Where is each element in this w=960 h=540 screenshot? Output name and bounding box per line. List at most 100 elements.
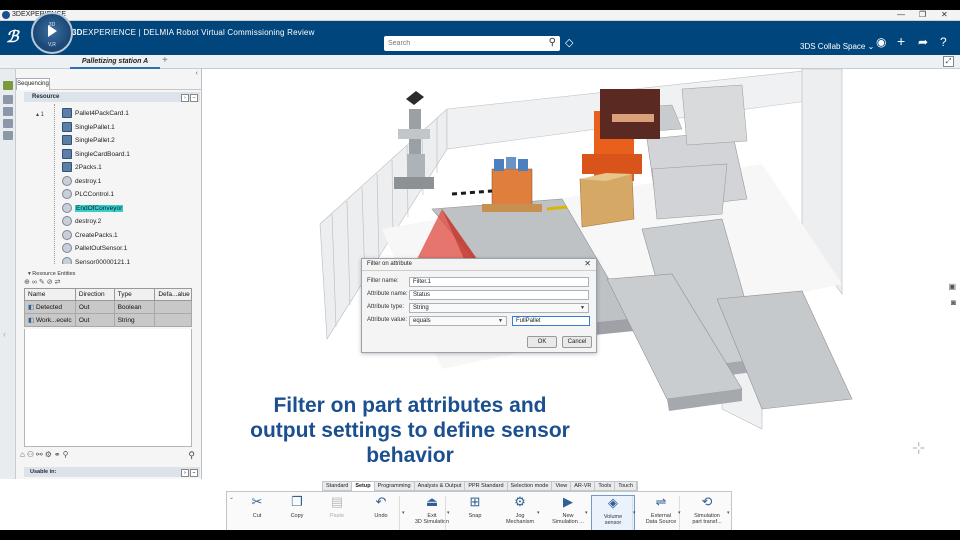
link-tree-icon[interactable]: ⚭ bbox=[54, 450, 63, 459]
ribbon-tab[interactable]: Tools bbox=[595, 482, 616, 491]
add-tab-button[interactable]: + bbox=[162, 55, 168, 66]
camera-icon[interactable]: ▣ bbox=[948, 282, 956, 291]
snap-button[interactable]: ⊞ Snap bbox=[453, 495, 497, 530]
share-icon[interactable]: ➦ bbox=[918, 35, 928, 49]
col-name[interactable]: Name bbox=[24, 288, 76, 301]
tree-item[interactable]: 2Packs.1 bbox=[62, 162, 102, 174]
chevron-down-icon[interactable]: ▾ bbox=[402, 510, 405, 516]
chevron-down-icon[interactable]: ▼ bbox=[580, 304, 585, 313]
tree-item[interactable]: Sensor00000121.1 bbox=[62, 256, 130, 264]
chevron-down-icon[interactable]: ▾ bbox=[537, 510, 540, 516]
tree-item[interactable]: PLCControl.1 bbox=[62, 189, 114, 201]
mapping-icon[interactable]: ⇄ bbox=[55, 279, 63, 286]
group-icon[interactable]: ⚇ bbox=[27, 450, 36, 459]
undo-button[interactable]: ↶ Undo bbox=[359, 495, 403, 530]
ribbon-tab[interactable]: PPR Standard bbox=[465, 482, 508, 491]
usable-minimize-icon[interactable]: – bbox=[190, 469, 198, 477]
tree-item[interactable]: EndOfConveyor bbox=[62, 202, 124, 215]
scissors-button[interactable]: ✂ Cut bbox=[235, 495, 279, 530]
chevron-down-icon[interactable]: ▾ bbox=[585, 510, 588, 516]
ribbon-tab[interactable]: Programming bbox=[375, 482, 415, 491]
resource-section-header[interactable]: Resource › – bbox=[24, 92, 200, 102]
tree-item[interactable]: SinglePallet.1 bbox=[62, 121, 115, 134]
panel-collapse-icon[interactable]: ‹ bbox=[196, 70, 198, 77]
ribbon-tab[interactable]: View bbox=[552, 482, 572, 491]
ok-button[interactable]: OK bbox=[527, 336, 557, 348]
tree-item[interactable]: PalletOutSensor.1 bbox=[62, 243, 127, 255]
expand-icon[interactable]: ⤢ bbox=[943, 56, 954, 67]
resource-link-icon[interactable]: ⚲ bbox=[63, 450, 71, 459]
maximize-button[interactable]: ❐ bbox=[919, 10, 926, 19]
paste-button[interactable]: ▤ Paste bbox=[315, 495, 359, 530]
home-icon[interactable]: ⌂ bbox=[20, 450, 27, 459]
new-simulation-button[interactable]: ▶ New Simulation ... bbox=[546, 495, 590, 530]
ribbon-collapse-icon[interactable]: ⌄ bbox=[229, 494, 234, 501]
compass-widget[interactable]: 3D V,R bbox=[31, 12, 73, 54]
jog-mechanism-button[interactable]: ⚙ Jog Mechanism bbox=[498, 495, 542, 530]
col-type[interactable]: Type bbox=[113, 288, 156, 301]
settings-icon[interactable]: ⚙ bbox=[45, 450, 54, 459]
play-icon[interactable] bbox=[48, 25, 57, 37]
ds-logo-icon[interactable]: ℬ bbox=[6, 27, 19, 47]
close-window-button[interactable]: ✕ bbox=[941, 10, 948, 19]
part-transform-button[interactable]: ⟲ Simulation part transf... bbox=[685, 495, 729, 530]
plus-icon[interactable]: + bbox=[897, 33, 905, 49]
edit-icon[interactable]: ✎ bbox=[39, 279, 47, 286]
filter-name-field[interactable]: Filter.1 bbox=[409, 277, 589, 287]
operator-select[interactable]: equals ▼ bbox=[409, 316, 507, 326]
minimize-section-icon[interactable]: – bbox=[190, 94, 198, 102]
add-entity-icon[interactable]: ⊕ bbox=[24, 279, 32, 286]
ribbon-tab[interactable]: AR-VR bbox=[571, 482, 596, 491]
search-box[interactable]: ⚲ bbox=[384, 36, 560, 51]
tree-item[interactable]: SinglePallet.2 bbox=[62, 135, 115, 147]
collapse-left-icon[interactable]: ‹ bbox=[3, 329, 6, 339]
usable-expand-icon[interactable]: › bbox=[181, 469, 189, 477]
list-tool-icon[interactable] bbox=[3, 119, 13, 128]
cancel-button[interactable]: Cancel bbox=[562, 336, 592, 348]
chevron-down-icon[interactable]: ▾ bbox=[633, 510, 636, 516]
usable-in-header[interactable]: Usable in: › – bbox=[24, 467, 200, 477]
external-data-button[interactable]: ⇌ External Data Source bbox=[639, 495, 683, 530]
attribute-value-input[interactable]: FullPallet bbox=[512, 316, 590, 326]
link-icon[interactable]: ∞ bbox=[32, 279, 39, 286]
search-icon[interactable]: ⚲ bbox=[549, 37, 556, 48]
snapshot-icon[interactable]: ◙ bbox=[951, 298, 956, 307]
ribbon-tab[interactable]: Touch bbox=[615, 482, 637, 491]
tree-item[interactable]: SingleCardBoard.1 bbox=[62, 148, 130, 161]
resource-tool-icon[interactable] bbox=[3, 131, 13, 140]
chevron-down-icon[interactable]: ▾ bbox=[678, 510, 681, 516]
tree-root-toggle[interactable]: ▴ 1 bbox=[36, 111, 44, 118]
col-direction[interactable]: Direction bbox=[74, 288, 115, 301]
ribbon-tab[interactable]: Standard bbox=[323, 482, 353, 491]
ribbon-tab[interactable]: Setup bbox=[352, 482, 375, 491]
chevron-down-icon[interactable]: ▼ bbox=[498, 317, 503, 326]
user-icon[interactable]: ◉ bbox=[876, 35, 886, 49]
attribute-type-select[interactable]: String ▼ bbox=[409, 303, 589, 313]
chevron-down-icon[interactable]: ▾ bbox=[447, 510, 450, 516]
delete-icon[interactable]: ⊘ bbox=[47, 279, 55, 286]
tab-palletizing-station[interactable]: Palletizing station A bbox=[70, 55, 160, 69]
tab-sequencing[interactable]: Sequencing bbox=[16, 78, 50, 90]
search-input[interactable] bbox=[388, 38, 538, 49]
app-tool-icon[interactable] bbox=[3, 81, 13, 90]
tree-tool-icon[interactable] bbox=[3, 95, 13, 104]
expand-section-icon[interactable]: › bbox=[181, 94, 189, 102]
minimize-button[interactable]: — bbox=[897, 10, 905, 19]
filter-tool-icon[interactable] bbox=[3, 107, 13, 116]
copy-button[interactable]: ❐ Copy bbox=[275, 495, 319, 530]
tree-item[interactable]: destroy.1 bbox=[62, 175, 101, 188]
tree-icon[interactable]: ⚯ bbox=[36, 450, 45, 459]
help-icon[interactable]: ? bbox=[940, 35, 947, 49]
tree-item[interactable]: Pallet4PackCard.1 bbox=[62, 108, 129, 120]
panel-search-icon[interactable]: ⚲ bbox=[188, 450, 195, 461]
tree-item[interactable]: CreatePacks.1 bbox=[62, 229, 118, 242]
collab-space-selector[interactable]: 3DS Collab Space ⌄ bbox=[800, 42, 874, 51]
col-default[interactable]: Defa...alue bbox=[154, 288, 192, 301]
ribbon-tab[interactable]: Analysis & Output bbox=[415, 482, 466, 491]
table-row[interactable]: ◧ Detected Out Boolean bbox=[24, 300, 192, 314]
table-row[interactable]: ◧ Work...ecelc Out String bbox=[24, 313, 192, 327]
ribbon-tab[interactable]: Selection mode bbox=[508, 482, 553, 491]
tag-icon[interactable]: ◇ bbox=[565, 36, 573, 49]
axis-gizmo-icon[interactable]: ⊹ bbox=[912, 438, 925, 458]
resource-entities-header[interactable]: ▾ Resource Entities bbox=[24, 270, 200, 278]
